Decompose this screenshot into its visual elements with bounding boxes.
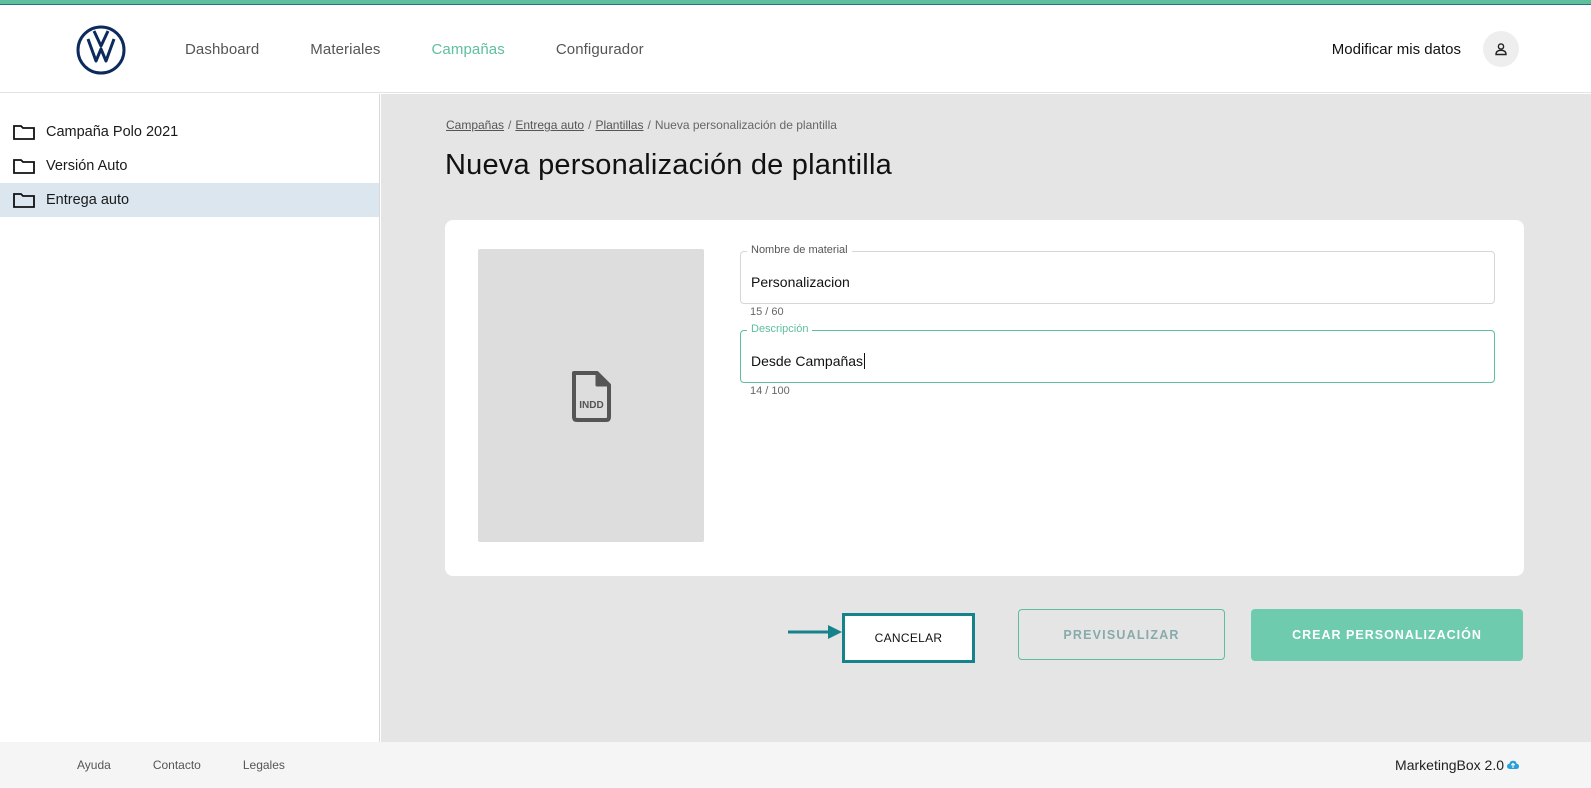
main-nav: Dashboard Materiales Campañas Configurad… (185, 5, 695, 93)
folder-icon (13, 192, 35, 208)
page-title: Nueva personalización de plantilla (445, 149, 892, 181)
breadcrumb-plantillas[interactable]: Plantillas (595, 118, 643, 132)
footer-links: Ayuda Contacto Legales (77, 742, 327, 788)
sidebar-item-campana-polo-2021[interactable]: Campaña Polo 2021 (0, 115, 379, 149)
modify-profile-link[interactable]: Modificar mis datos (1332, 41, 1461, 58)
main-content: Campañas / Entrega auto / Plantillas / Nueva p… (381, 94, 1591, 742)
form-card: INDD Nombre de material Personalizacion … (445, 220, 1524, 576)
material-name-field[interactable]: Nombre de material Personalizacion (740, 244, 1495, 304)
footer-link-contacto[interactable]: Contacto (153, 758, 201, 772)
create-customization-button[interactable]: CREAR PERSONALIZACIÓN (1251, 609, 1523, 661)
header: Dashboard Materiales Campañas Configurad… (0, 5, 1591, 93)
folder-icon (13, 124, 35, 140)
preview-button[interactable]: PREVISUALIZAR (1018, 609, 1225, 660)
cloud-icon (1507, 760, 1519, 770)
template-thumbnail: INDD (478, 249, 704, 542)
breadcrumb-campanas[interactable]: Campañas (446, 118, 504, 132)
material-name-label: Nombre de material (747, 244, 852, 256)
thumbnail-label: INDD (579, 400, 603, 411)
footer: Ayuda Contacto Legales MarketingBox 2.0 (0, 742, 1591, 788)
sidebar-item-version-auto[interactable]: Versión Auto (0, 149, 379, 183)
description-counter: 14 / 100 (750, 385, 790, 397)
sidebar-item-label: Entrega auto (46, 192, 130, 208)
folder-icon (13, 158, 35, 174)
material-name-counter: 15 / 60 (750, 306, 784, 318)
breadcrumb-separator: / (647, 118, 651, 132)
sidebar-item-label: Versión Auto (46, 158, 128, 174)
description-input-wrap[interactable]: Desde Campañas (751, 353, 1481, 369)
breadcrumb-entrega-auto[interactable]: Entrega auto (515, 118, 584, 132)
indd-file-icon: INDD (572, 370, 611, 422)
nav-materiales[interactable]: Materiales (310, 41, 380, 58)
sidebar-item-entrega-auto[interactable]: Entrega auto (0, 183, 379, 217)
breadcrumb-separator: / (588, 118, 592, 132)
text-caret (864, 353, 866, 369)
user-icon (1495, 43, 1507, 56)
description-input[interactable]: Desde Campañas (751, 353, 863, 369)
description-label: Descripción (747, 323, 813, 335)
cancel-button[interactable]: CANCELAR (842, 613, 975, 663)
user-area: Modificar mis datos (1332, 5, 1519, 93)
footer-brand-label: MarketingBox 2.0 (1395, 757, 1504, 773)
sidebar: Campaña Polo 2021 Versión Auto Entrega a… (0, 94, 380, 742)
sidebar-item-label: Campaña Polo 2021 (46, 124, 179, 140)
nav-campanas[interactable]: Campañas (432, 41, 505, 58)
nav-configurador[interactable]: Configurador (556, 41, 644, 58)
breadcrumb: Campañas / Entrega auto / Plantillas / Nueva p… (446, 118, 837, 132)
breadcrumb-separator: / (508, 118, 512, 132)
arrow-right-icon (788, 625, 842, 639)
footer-link-legales[interactable]: Legales (243, 758, 285, 772)
footer-link-ayuda[interactable]: Ayuda (77, 758, 111, 772)
nav-dashboard[interactable]: Dashboard (185, 41, 259, 58)
vw-logo[interactable] (76, 25, 126, 75)
breadcrumb-current: Nueva personalización de plantilla (654, 118, 837, 132)
description-field[interactable]: Descripción Desde Campañas (740, 323, 1495, 383)
user-avatar-button[interactable] (1483, 31, 1519, 67)
footer-brand: MarketingBox 2.0 (1395, 742, 1519, 788)
material-name-input[interactable]: Personalizacion (751, 274, 1481, 290)
